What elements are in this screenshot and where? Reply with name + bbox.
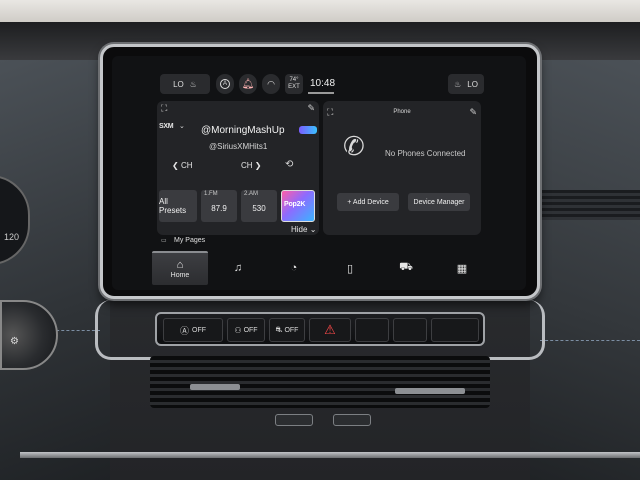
preset-button[interactable]: 1.FM 87.9 — [201, 190, 237, 222]
wifi-button[interactable]: ◠ — [262, 74, 280, 94]
channel-logo-icon — [299, 126, 317, 134]
device-manager-button[interactable]: Device Manager — [408, 193, 470, 211]
chevron-left-icon: ❮ — [172, 161, 179, 170]
climate-temp-label: LO — [173, 79, 184, 89]
console-small-button[interactable] — [333, 414, 371, 426]
center-air-vents — [150, 356, 490, 408]
preset-band: 1.FM — [204, 191, 218, 197]
siriusxm-logo[interactable]: SXM — [159, 123, 174, 130]
all-presets-button[interactable]: All Presets — [159, 190, 197, 222]
preset-button[interactable]: 2.AM 530 — [241, 190, 277, 222]
button-off-label: OFF — [284, 326, 299, 334]
dashboard-left-panel — [0, 60, 110, 480]
chevron-down-icon: ⌄ — [309, 225, 317, 234]
music-note-icon: ♫ — [233, 262, 243, 274]
edit-icon[interactable]: ✎ — [307, 103, 315, 114]
bottom-nav: ⌂ Home ♫ ◔ ▯ ⛟ ▦ — [152, 251, 482, 285]
chevron-down-icon[interactable]: ⌄ — [179, 122, 185, 130]
channel-next-button[interactable]: CH ❯ — [241, 161, 262, 170]
phone-disconnected-icon: ✆ — [343, 131, 365, 161]
lane-assist-button[interactable]: ⛐ OFF — [269, 318, 305, 342]
phone-status: No Phones Connected — [385, 149, 466, 158]
hide-label: Hide — [291, 225, 308, 234]
clock-underline — [308, 92, 334, 94]
dashboard-stitching — [540, 340, 640, 341]
nav-home[interactable]: ⌂ Home — [152, 251, 208, 285]
app-grid-icon: ▦ — [456, 262, 468, 275]
channel-prev-button[interactable]: ❮ CH — [172, 161, 193, 170]
preset-frequency: 87.9 — [211, 204, 227, 213]
home-icon: ⌂ — [176, 259, 184, 271]
channel-handle: @SiriusXMHits1 — [209, 142, 268, 151]
park-assist-icon: ⚇ — [234, 325, 242, 335]
replay-icon[interactable]: ⟲ — [285, 159, 293, 170]
seat-heat-icon: ♨ — [454, 79, 462, 89]
phone-icon: ▯ — [346, 262, 354, 275]
nav-home-label: Home — [170, 272, 190, 279]
button-off-label: OFF — [192, 326, 206, 334]
nav-apps[interactable]: ▦ — [434, 251, 490, 285]
park-assist-button[interactable]: ⚇ OFF — [227, 318, 265, 342]
climate-temp-label: LO — [467, 79, 478, 89]
channel-prev-label: CH — [180, 161, 193, 170]
hazard-icon: ⚠ — [324, 322, 336, 337]
device-manager-label: Device Manager — [413, 198, 465, 206]
console-button[interactable] — [431, 318, 479, 342]
channel-next-label: CH — [241, 161, 253, 170]
auto-stop-button[interactable]: A — [216, 74, 234, 94]
lane-assist-icon: ⛐ — [275, 325, 283, 334]
notifications-button[interactable]: 🔔︎ — [239, 74, 257, 94]
console-button[interactable] — [393, 318, 427, 342]
my-pages-label[interactable]: My Pages — [174, 237, 205, 244]
vent-adjuster-tab[interactable] — [395, 388, 465, 394]
status-bar: LO ♨ A 🔔︎ ◠ 74° EXT 10:48 ♨ LO — [112, 56, 526, 98]
gauge-number: 120 — [4, 232, 20, 242]
lower-chrome-trim — [20, 452, 640, 458]
seat-heat-icon: ♨ — [189, 79, 197, 89]
console-small-button[interactable] — [275, 414, 313, 426]
nav-media[interactable]: ♫ — [210, 251, 266, 285]
phone-title: Phone — [393, 109, 411, 115]
radio-widget[interactable]: ⛶ ✎ SXM ⌄ @MorningMashUp @SiriusXMHits1 … — [157, 101, 319, 235]
nav-phone[interactable]: ▯ — [322, 251, 378, 285]
vent-adjuster-tab[interactable] — [190, 384, 240, 390]
dashboard-right-panel — [530, 60, 640, 480]
phone-widget[interactable]: ⛶ Phone ✎ ✆ No Phones Connected + Add De… — [323, 101, 481, 235]
bell-icon: 🔔︎ — [241, 78, 255, 90]
clock: 10:48 — [310, 78, 336, 89]
add-device-button[interactable]: + Add Device — [337, 193, 399, 211]
passenger-climate-button[interactable]: ♨ LO — [448, 74, 484, 94]
infotainment-screen: LO ♨ A 🔔︎ ◠ 74° EXT 10:48 ♨ LO ⛶ ✎ SXM ⌄ — [112, 56, 526, 290]
wifi-icon: ◠ — [267, 78, 275, 89]
gauge-icon: ◔ — [290, 262, 298, 274]
preset-frequency: 530 — [252, 204, 266, 213]
chevron-right-icon: ❯ — [254, 161, 262, 170]
edit-icon[interactable]: ✎ — [469, 107, 477, 118]
channel-title: @MorningMashUp — [201, 125, 285, 136]
auto-stop-icon: Ⓐ — [179, 325, 189, 336]
channel-artwork[interactable]: Pop2K — [281, 190, 315, 222]
pages-icon: ▭ — [161, 238, 167, 244]
driver-climate-button[interactable]: LO ♨ — [160, 74, 210, 94]
artwork-text: Pop2K — [284, 201, 306, 208]
preset-band: 2.AM — [244, 191, 259, 197]
button-off-label: OFF — [243, 326, 258, 334]
auto-stop-physical-button[interactable]: Ⓐ OFF — [163, 318, 223, 342]
hide-button[interactable]: Hide ⌄ — [291, 225, 316, 234]
nav-vehicle[interactable]: ⛟ — [378, 251, 434, 285]
auto-stop-icon: A — [220, 79, 230, 89]
all-presets-label: All Presets — [159, 197, 187, 215]
steering-button-icon: ⚙ — [10, 336, 19, 347]
hazard-button[interactable]: ⚠ — [309, 318, 351, 342]
physical-button-bar: Ⓐ OFF ⚇ OFF ⛐ OFF ⚠ — [155, 312, 485, 346]
outside-temp: 74° EXT — [288, 77, 300, 90]
outside-temp-badge: 74° EXT — [285, 74, 303, 94]
car-icon: ⛟ — [399, 261, 413, 273]
nav-comfort[interactable]: ◔ — [266, 251, 322, 285]
expand-icon[interactable]: ⛶ — [161, 103, 167, 114]
console-button[interactable] — [355, 318, 389, 342]
add-device-label: + Add Device — [347, 198, 389, 206]
side-air-vent — [540, 190, 640, 220]
